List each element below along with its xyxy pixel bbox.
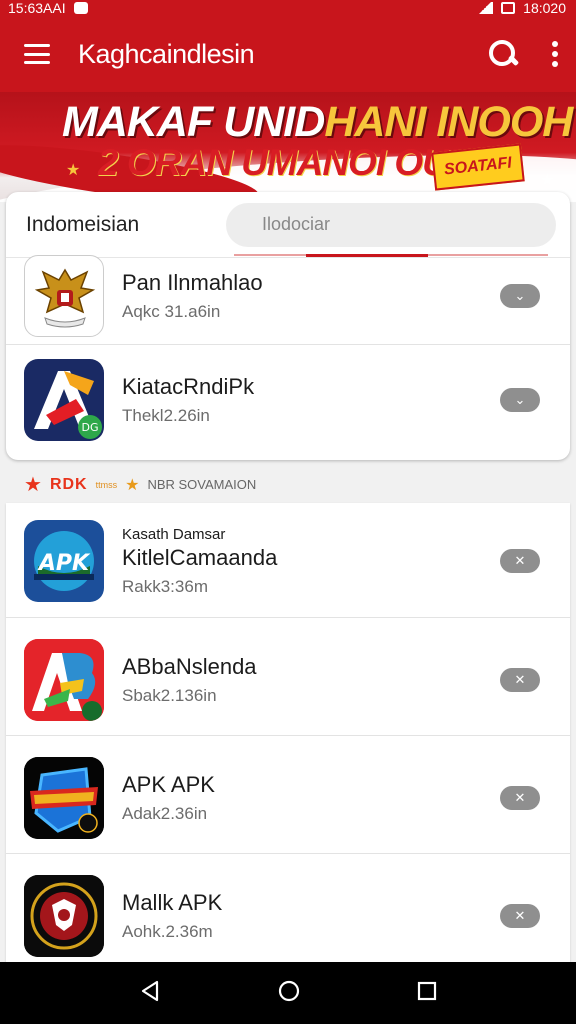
close-icon: ✕ — [514, 790, 526, 805]
app-name: Pan Ilnmahlao — [122, 270, 263, 295]
list-item[interactable]: DG KiatacRndiPk Thekl2.26in ⌄ — [6, 352, 570, 448]
app-size: Thekl2.26in — [122, 406, 210, 425]
status-bar: 15:63AAI 18:020 — [0, 0, 576, 16]
chevron-button[interactable]: ⌄ — [500, 388, 540, 412]
app-size: Sbak2.136in — [122, 686, 217, 705]
close-button[interactable]: ✕ — [500, 904, 540, 928]
status-clock: 18:020 — [523, 0, 566, 16]
letter-a-logo-icon: DG — [24, 359, 104, 441]
app-screen: 15:63AAI 18:020 Kaghcaindlesin MAKAF UNI… — [0, 0, 576, 1024]
app-bar: Kaghcaindlesin — [0, 16, 576, 92]
list-item-text: ABbaNslenda Sbak2.136in — [122, 654, 500, 706]
close-button[interactable]: ✕ — [500, 549, 540, 573]
list-item-text: Kasath Damsar KitlelCamaanda Rakk3:36m — [122, 526, 500, 597]
app-size: Aohk.2.36m — [122, 922, 213, 941]
list-item[interactable]: APK Kasath Damsar KitlelCamaanda Rakk3:3… — [6, 513, 570, 609]
chevron-down-icon: ⌄ — [514, 392, 526, 407]
home-icon[interactable] — [278, 980, 300, 1007]
divider — [6, 617, 570, 618]
section-heading: ★ RDK ttmss ★ NBR SOVAMAION — [24, 472, 256, 497]
list-item[interactable]: ABbaNslenda Sbak2.136in ✕ — [6, 625, 570, 735]
svg-text:DG: DG — [82, 421, 99, 434]
section-label: NBR SOVAMAION — [147, 477, 257, 492]
battery-icon — [501, 2, 516, 14]
garuda-emblem-icon — [24, 255, 104, 337]
close-icon: ✕ — [514, 908, 526, 923]
app-size: Adak2.36in — [122, 804, 208, 823]
list-item[interactable]: Pan Ilnmahlao Aqkc 31.a6in ⌄ — [6, 250, 570, 342]
hamburger-menu-icon[interactable] — [24, 44, 50, 64]
section-small-text: ttmss — [95, 479, 118, 490]
star-icon: ★ — [66, 162, 81, 179]
list-item[interactable]: Mallk APK Aohk.2.36m ✕ — [6, 861, 570, 971]
list-item[interactable]: APK APK Adak2.36in ✕ — [6, 743, 570, 853]
list-item-text: KiatacRndiPk Thekl2.26in — [122, 374, 500, 426]
banner-subheadline: 2 ORAN UMANOI OUM — [98, 142, 479, 183]
app-name: KiatacRndiPk — [122, 374, 255, 399]
divider — [6, 735, 570, 736]
card-header: Indomeisian — [6, 192, 570, 258]
section-badge: RDK — [49, 475, 88, 493]
close-icon: ✕ — [514, 553, 526, 568]
chevron-down-icon: ⌄ — [514, 288, 526, 303]
close-button[interactable]: ✕ — [500, 786, 540, 810]
notification-icon — [73, 2, 88, 14]
back-icon[interactable] — [139, 980, 161, 1007]
apk-globe-icon: APK — [24, 520, 104, 602]
list-item-text: Mallk APK Aohk.2.36m — [122, 890, 500, 942]
search-icon[interactable] — [486, 37, 520, 71]
close-button[interactable]: ✕ — [500, 668, 540, 692]
shield-logo-icon — [24, 757, 104, 839]
list-item-text: APK APK Adak2.36in — [122, 772, 500, 824]
star-icon: ★ — [24, 474, 42, 496]
system-navigation-bar — [0, 962, 576, 1024]
search-input[interactable] — [226, 202, 556, 247]
more-options-icon[interactable] — [550, 41, 560, 67]
letter-ab-logo-icon — [24, 639, 104, 721]
banner-headline-gold: HANI INOOH — [324, 98, 573, 146]
divider — [6, 344, 570, 345]
app-name: KitlelCamaanda — [122, 544, 278, 570]
featured-apps-list: APK Kasath Damsar KitlelCamaanda Rakk3:3… — [6, 503, 570, 983]
app-size: Aqkc 31.a6in — [122, 302, 221, 321]
chevron-button[interactable]: ⌄ — [500, 284, 540, 308]
indonesian-apps-card: Indomeisian Pan Ilnmahlao Aqkc 31.a6in ⌄ — [6, 192, 570, 460]
promo-banner[interactable]: MAKAF UNIDHANI INOOH 2 ORAN UMANOI OUM S… — [0, 92, 576, 202]
card-title: Indomeisian — [26, 212, 140, 236]
star-icon: ★ — [125, 476, 140, 494]
app-name: ABbaNslenda — [122, 654, 257, 679]
app-prefix: Kasath Damsar — [122, 525, 226, 543]
banner-headline: MAKAF UNIDHANI INOOH — [62, 98, 573, 147]
app-title: Kaghcaindlesin — [78, 38, 255, 69]
status-time: 15:63AAI — [8, 0, 66, 16]
signal-icon — [477, 2, 494, 14]
app-size: Rakk3:36m — [122, 576, 208, 596]
star-icon: ★ — [540, 172, 555, 189]
app-name: Mallk APK — [122, 890, 223, 915]
app-name: APK APK — [122, 772, 215, 797]
svg-text:APK: APK — [37, 551, 91, 576]
recent-apps-icon[interactable] — [417, 981, 437, 1006]
divider — [6, 853, 570, 854]
list-item-text: Pan Ilnmahlao Aqkc 31.a6in — [122, 270, 500, 322]
banner-headline-white: MAKAF UNID — [62, 98, 325, 146]
close-icon: ✕ — [514, 672, 526, 687]
round-emblem-icon — [24, 875, 104, 957]
